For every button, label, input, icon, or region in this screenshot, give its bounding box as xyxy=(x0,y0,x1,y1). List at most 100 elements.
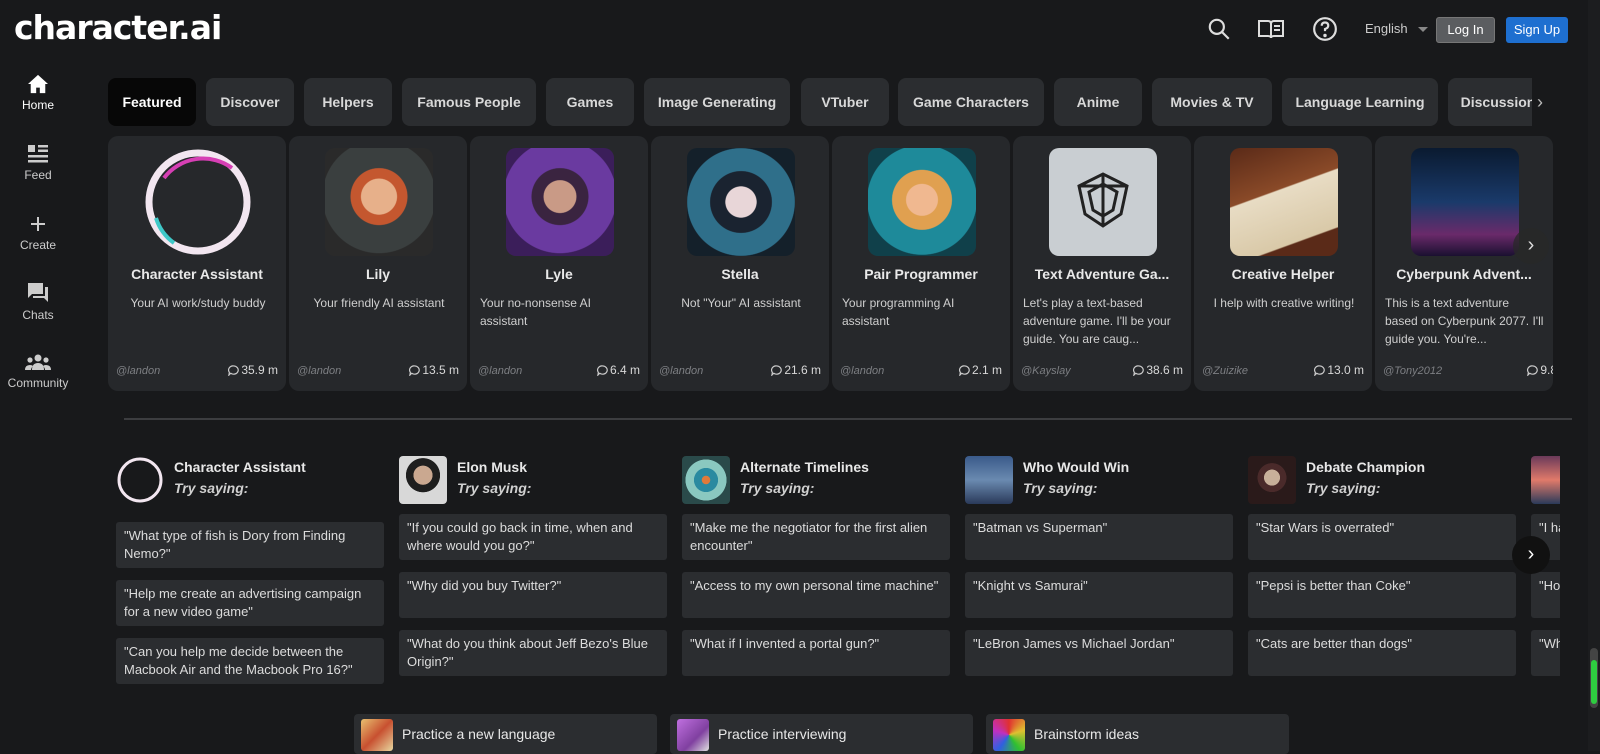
suggested-prompt[interactable]: "Can you help me decide between the Macb… xyxy=(116,638,384,684)
character-card[interactable]: Text Adventure Ga... Let's play a text-b… xyxy=(1013,136,1191,391)
sidebar-item-label: Home xyxy=(21,98,54,112)
suggested-prompt[interactable]: "What do you think about Jeff Bezo's Blu… xyxy=(399,630,667,676)
tab-featured[interactable]: Featured xyxy=(108,78,196,126)
card-author[interactable]: @landon xyxy=(840,365,884,377)
suggested-prompt[interactable]: "Make me the negotiator for the first al… xyxy=(682,514,950,560)
try-character-name[interactable]: Alternate Timelines xyxy=(740,459,869,475)
count-value: 9.8 xyxy=(1540,363,1553,377)
character-card[interactable]: Lily Your friendly AI assistant @landon … xyxy=(289,136,467,391)
sidebar-item-feed[interactable]: Feed xyxy=(0,144,76,182)
try-character-name[interactable]: Debate Champion xyxy=(1306,459,1425,475)
card-description: Your no-nonsense AI assistant xyxy=(480,296,591,328)
tab-discover[interactable]: Discover xyxy=(206,78,294,126)
tab-discussion[interactable]: Discussion xyxy=(1448,78,1532,126)
suggested-prompt[interactable]: "Help me create an advertising campaign … xyxy=(116,580,384,626)
tab-anime[interactable]: Anime xyxy=(1054,78,1142,126)
language-select[interactable]: English xyxy=(1365,21,1408,36)
tab-movies-tv[interactable]: Movies & TV xyxy=(1152,78,1272,126)
suggested-prompt[interactable]: "Cats are better than dogs" xyxy=(1248,630,1516,676)
try-saying-label: Try saying: xyxy=(174,480,249,496)
card-chat-count: 38.6 m xyxy=(1133,363,1183,377)
card-title: Lily xyxy=(365,266,391,282)
sidebar-item-community[interactable]: Community xyxy=(0,352,76,390)
who-would-win-avatar[interactable] xyxy=(965,456,1013,504)
signup-button[interactable]: Sign Up xyxy=(1506,17,1568,43)
suggested-prompt[interactable]: "What type of fish is Dory from Finding … xyxy=(116,522,384,568)
card-author[interactable]: @landon xyxy=(478,365,522,377)
sidebar-item-create[interactable]: Create xyxy=(0,214,76,252)
text-adventure-avatar xyxy=(1049,148,1157,256)
tab-game-characters[interactable]: Game Characters xyxy=(898,78,1044,126)
suggested-prompt[interactable]: "Why did you buy Twitter?" xyxy=(399,572,667,618)
try-character-name[interactable]: Elon Musk xyxy=(457,459,527,475)
tab-vtuber[interactable]: VTuber xyxy=(801,78,889,126)
sidebar-item-chats[interactable]: Chats xyxy=(0,282,76,322)
debate-champion-avatar[interactable] xyxy=(1248,456,1296,504)
character-card[interactable]: Stella Not "Your" AI assistant @landon 2… xyxy=(651,136,829,391)
try-character-name[interactable]: Character Assistant xyxy=(174,459,306,475)
card-author[interactable]: @landon xyxy=(659,365,703,377)
character-card[interactable]: Pair Programmer Your programming AI assi… xyxy=(832,136,1010,391)
card-author[interactable]: @Kayslay xyxy=(1021,365,1071,377)
suggested-prompt[interactable]: "If you could go back in time, when and … xyxy=(399,514,667,560)
tab-language-learning[interactable]: Language Learning xyxy=(1282,78,1438,126)
suggested-prompt[interactable]: "Wh cha xyxy=(1531,630,1560,676)
suggested-prompt[interactable]: "Access to my own personal time machine" xyxy=(682,572,950,618)
count-value: 38.6 m xyxy=(1146,363,1183,377)
card-author[interactable]: @Tony2012 xyxy=(1383,365,1442,377)
chat-bubble-icon xyxy=(1527,365,1539,377)
prompt-card-brainstorm-ideas[interactable]: Brainstorm ideas xyxy=(986,714,1289,754)
card-chat-count: 21.6 m xyxy=(771,363,821,377)
card-author[interactable]: @landon xyxy=(116,365,160,377)
card-author[interactable]: @landon xyxy=(297,365,341,377)
prompt-card-practice-interviewing[interactable]: Practice interviewing xyxy=(670,714,973,754)
help-icon[interactable] xyxy=(1312,16,1340,44)
card-description: Your AI work/study buddy xyxy=(130,296,266,310)
tab-famous-people[interactable]: Famous People xyxy=(402,78,536,126)
card-description: Your friendly AI assistant xyxy=(313,296,445,310)
login-button[interactable]: Log In xyxy=(1436,17,1495,43)
character-card[interactable]: Lyle Your no-nonsense AI assistant @land… xyxy=(470,136,648,391)
community-icon xyxy=(25,354,51,370)
chevron-down-icon[interactable] xyxy=(1418,27,1428,32)
elon-musk-avatar[interactable] xyxy=(399,456,447,504)
card-title: Pair Programmer xyxy=(864,266,978,282)
card-title: Cyberpunk Advent... xyxy=(1396,266,1532,282)
chat-bubble-icon xyxy=(959,365,970,377)
card-author[interactable]: @Zuizike xyxy=(1202,365,1248,377)
prompt-card-practice-language[interactable]: Practice a new language xyxy=(354,714,657,754)
tab-image-generating[interactable]: Image Generating xyxy=(644,78,790,126)
logo[interactable]: character.ai xyxy=(14,8,222,47)
suggested-prompt[interactable]: "Pepsi is better than Coke" xyxy=(1248,572,1516,618)
character-card[interactable]: Creative Helper I help with creative wri… xyxy=(1194,136,1372,391)
character-assistant-avatar[interactable] xyxy=(116,456,164,504)
character-assistant-avatar xyxy=(144,148,252,256)
suggested-prompt[interactable]: "Ho pro xyxy=(1531,572,1560,618)
tab-helpers[interactable]: Helpers xyxy=(304,78,392,126)
character-avatar[interactable] xyxy=(1531,456,1560,504)
cards-next-button[interactable]: › xyxy=(1513,228,1549,264)
chevron-right-icon[interactable]: › xyxy=(1537,92,1543,113)
alternate-timelines-avatar[interactable] xyxy=(682,456,730,504)
suggested-prompt[interactable]: "Star Wars is overrated" xyxy=(1248,514,1516,560)
suggested-prompt[interactable]: "LeBron James vs Michael Jordan" xyxy=(965,630,1233,676)
sidebar-item-home[interactable]: Home xyxy=(0,74,76,112)
count-value: 2.1 m xyxy=(971,363,1002,377)
try-character-name[interactable]: Who Would Win xyxy=(1023,459,1129,475)
chat-bubble-icon xyxy=(1314,365,1326,377)
chat-bubble-icon xyxy=(771,365,783,377)
try-saying-next-button[interactable]: › xyxy=(1512,536,1550,574)
search-icon[interactable] xyxy=(1206,16,1234,44)
scrollbar-track[interactable] xyxy=(1588,0,1600,751)
book-icon[interactable] xyxy=(1257,16,1285,44)
card-chat-count: 9.8 xyxy=(1527,363,1553,377)
suggested-prompt[interactable]: "Knight vs Samurai" xyxy=(965,572,1233,618)
suggested-prompt[interactable]: "What if I invented a portal gun?" xyxy=(682,630,950,676)
category-tabs: Featured Discover Helpers Famous People … xyxy=(108,78,1532,126)
sidebar-item-label: Chats xyxy=(22,308,54,322)
prompt-card-label: Practice a new language xyxy=(402,726,556,742)
character-card[interactable]: Character Assistant Your AI work/study b… xyxy=(108,136,286,391)
suggested-prompt[interactable]: "Batman vs Superman" xyxy=(965,514,1233,560)
card-title: Lyle xyxy=(545,266,573,282)
tab-games[interactable]: Games xyxy=(546,78,634,126)
